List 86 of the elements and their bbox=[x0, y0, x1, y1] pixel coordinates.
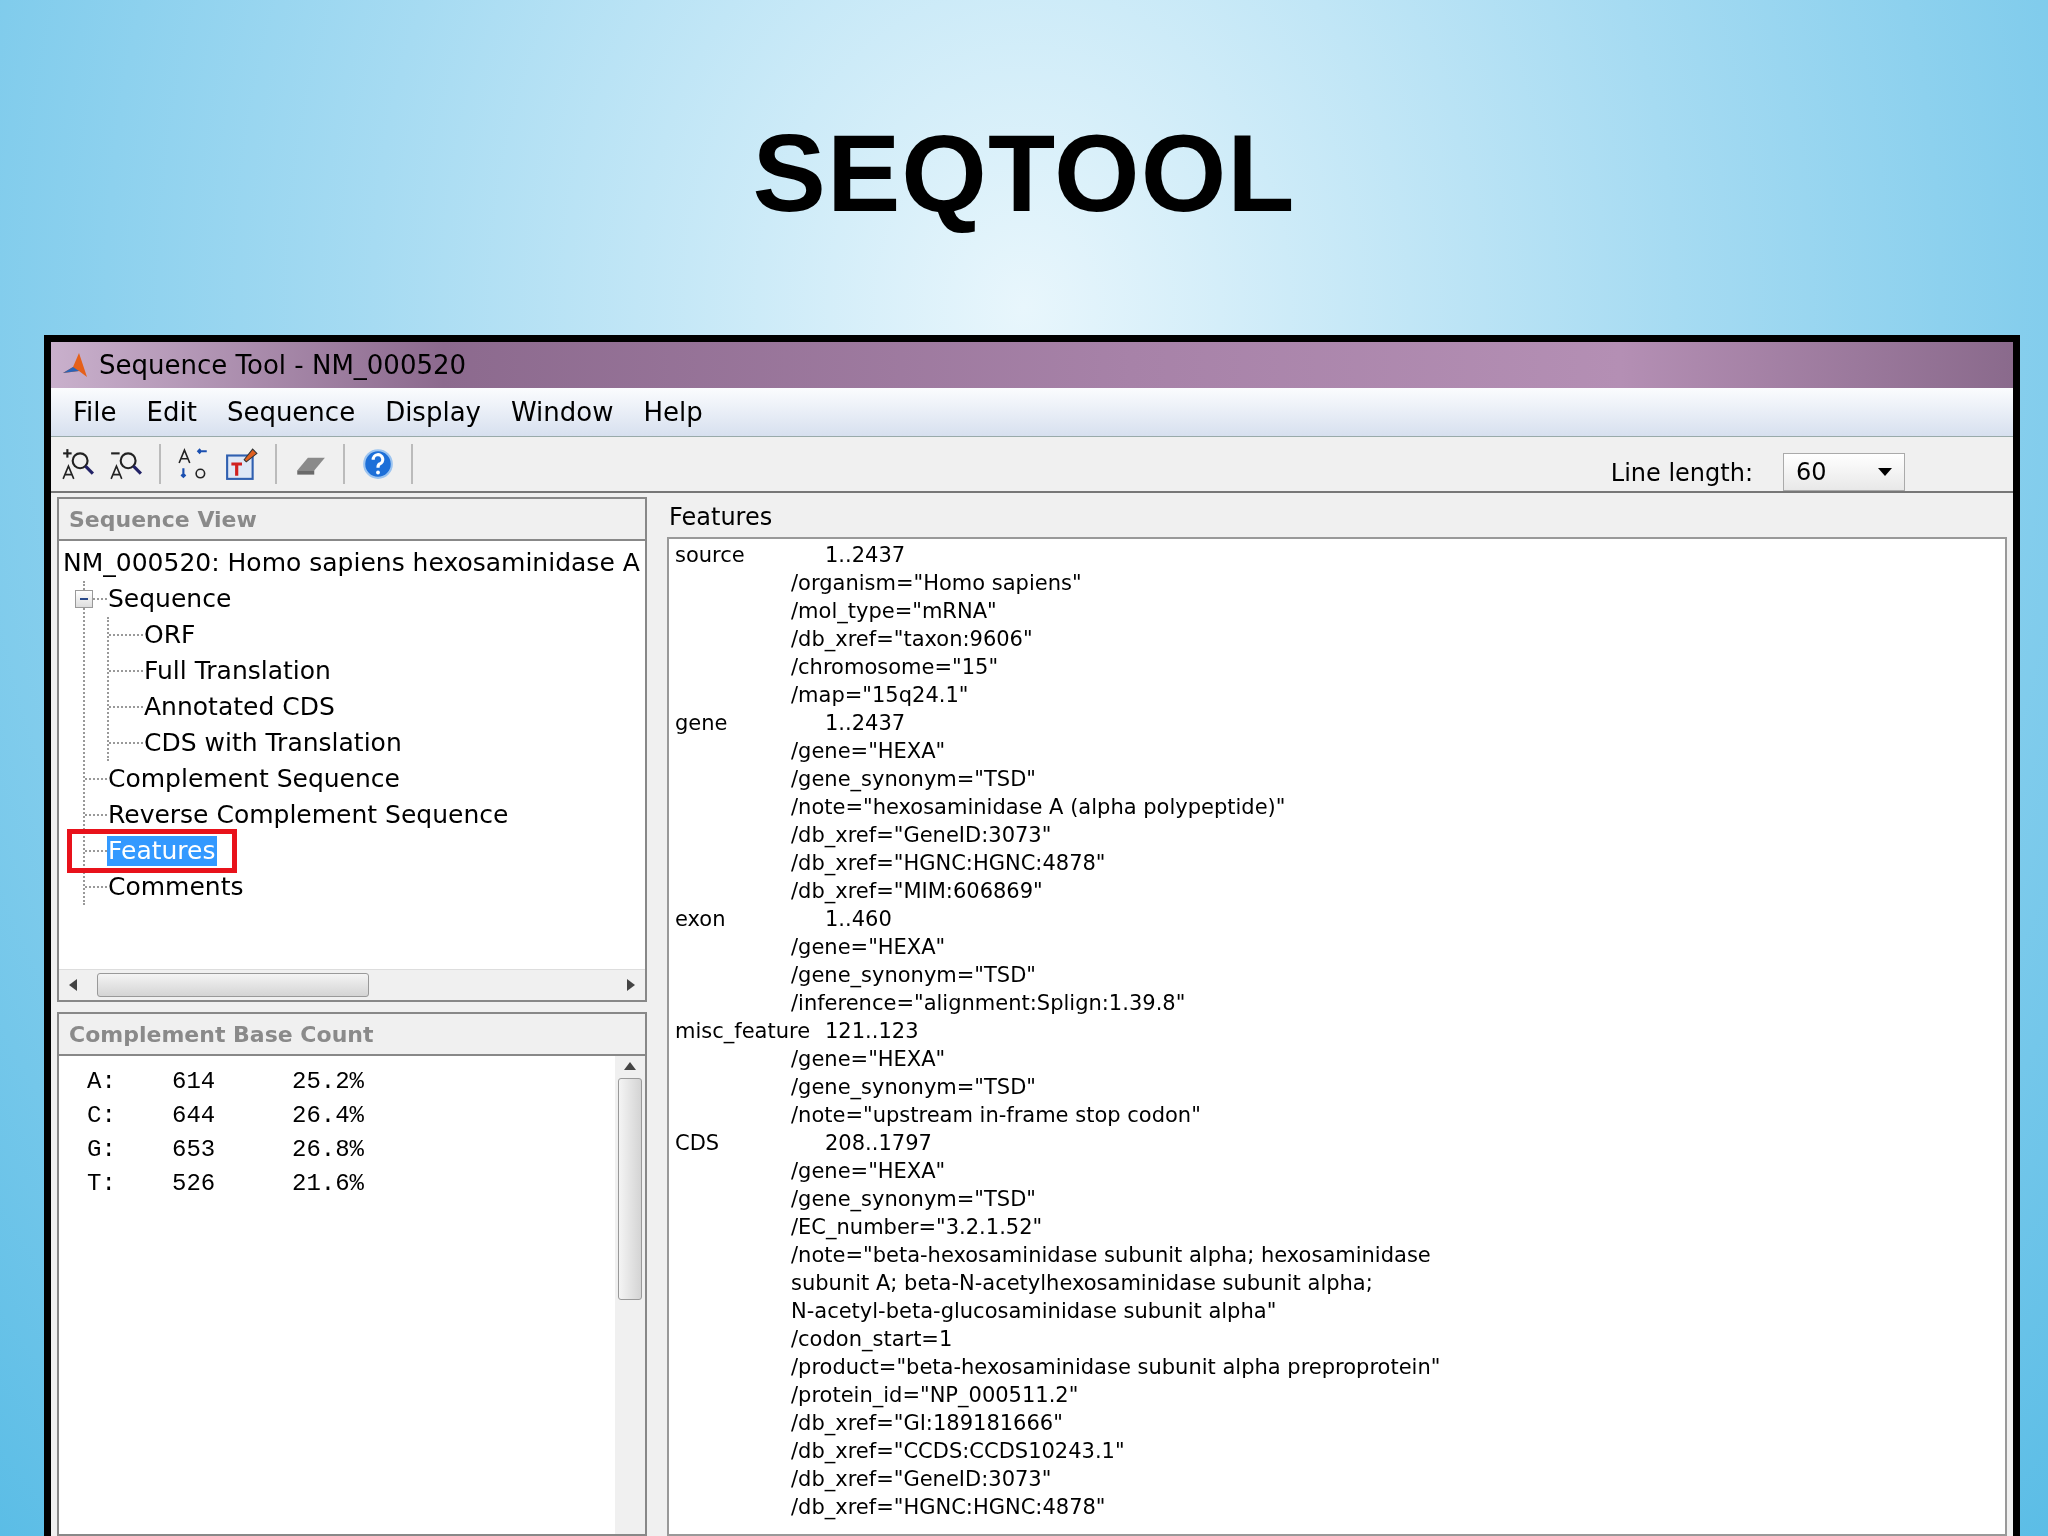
feature-qualifier: /note="beta-hexosaminidase subunit alpha; hexosaminidase bbox=[791, 1242, 1431, 1269]
caret-icon bbox=[1878, 468, 1892, 476]
base-count: 526 bbox=[172, 1170, 217, 1199]
feature-location: 208..1797 bbox=[825, 1130, 932, 1157]
vertical-scrollbar[interactable] bbox=[615, 1056, 645, 1534]
base-count: 614 bbox=[172, 1068, 217, 1097]
left-arrow-icon bbox=[69, 979, 77, 991]
menu-item[interactable]: Window bbox=[496, 397, 630, 427]
menu-item[interactable]: Display bbox=[371, 397, 497, 427]
help-icon bbox=[361, 447, 395, 481]
tree-item[interactable]: Reverse Complement Sequence bbox=[107, 800, 510, 830]
feature-qualifier: /gene="HEXA" bbox=[791, 1158, 946, 1185]
base-label: A: bbox=[87, 1068, 117, 1097]
panel-title: Features bbox=[668, 502, 774, 533]
scroll-thumb[interactable] bbox=[97, 973, 369, 997]
feature-key: CDS bbox=[675, 1129, 825, 1157]
feature-qualifier: /chromosome="15" bbox=[791, 654, 999, 681]
tree-root[interactable]: NM_000520: Homo sapiens hexosaminidase A bbox=[63, 545, 641, 581]
feature-qualifier: /db_xref="MIM:606869" bbox=[791, 878, 1043, 905]
base-percent: 26.8% bbox=[292, 1136, 365, 1165]
feature-qualifier: /gene_synonym="TSD" bbox=[791, 1186, 1037, 1213]
feature-key: source bbox=[675, 541, 825, 569]
tree-item[interactable]: CDS with Translation bbox=[143, 728, 403, 758]
up-arrow-icon bbox=[624, 1062, 636, 1070]
feature-qualifier: /gene_synonym="TSD" bbox=[791, 766, 1037, 793]
base-percent: 26.4% bbox=[292, 1102, 365, 1131]
feature-qualifier: /db_xref="HGNC:HGNC:4878" bbox=[791, 1494, 1106, 1521]
feature-qualifier: /note="upstream in-frame stop codon" bbox=[791, 1102, 1201, 1129]
feature-qualifier: /product="beta-hexosaminidase subunit alpha preproprotein" bbox=[791, 1354, 1441, 1381]
feature-qualifier: /organism="Homo sapiens" bbox=[791, 570, 1082, 597]
feature-qualifier: subunit A; beta-N-acetylhexosaminidase subunit alpha; bbox=[791, 1270, 1373, 1297]
feature-location: 121..123 bbox=[825, 1018, 919, 1045]
app-logo-icon bbox=[61, 351, 89, 379]
base-label: G: bbox=[87, 1136, 117, 1165]
tree-item[interactable]: Annotated CDS bbox=[143, 692, 336, 722]
line-length-dropdown[interactable]: 60 bbox=[1783, 453, 1905, 491]
tree-item[interactable]: Comments bbox=[107, 872, 245, 902]
slide-title: SEQTOOL bbox=[752, 110, 1296, 236]
feature-qualifier: /EC_number="3.2.1.52" bbox=[791, 1214, 1043, 1241]
tree-item[interactable]: Complement Sequence bbox=[107, 764, 401, 794]
feature-qualifier: /gene_synonym="TSD" bbox=[791, 1074, 1037, 1101]
right-arrow-icon bbox=[627, 979, 635, 991]
line-length-label: Line length: bbox=[1610, 459, 1753, 487]
feature-qualifier: /gene="HEXA" bbox=[791, 738, 946, 765]
zoom-in-icon bbox=[61, 447, 95, 481]
menu-item[interactable]: Help bbox=[629, 397, 719, 427]
tree-item[interactable]: Sequence bbox=[107, 584, 233, 614]
feature-key: misc_feature bbox=[675, 1017, 825, 1045]
feature-qualifier: /db_xref="CCDS:CCDS10243.1" bbox=[791, 1438, 1125, 1465]
feature-qualifier: /mol_type="mRNA" bbox=[791, 598, 997, 625]
edit-picture-icon bbox=[225, 447, 259, 481]
menu-item[interactable]: Edit bbox=[132, 397, 213, 427]
feature-qualifier: /gene_synonym="TSD" bbox=[791, 962, 1037, 989]
feature-qualifier: /db_xref="GI:189181666" bbox=[791, 1410, 1063, 1437]
feature-qualifier: /db_xref="taxon:9606" bbox=[791, 626, 1033, 653]
edit-picture-button[interactable] bbox=[223, 445, 261, 483]
feature-key: gene bbox=[675, 709, 825, 737]
base-count: 653 bbox=[172, 1136, 217, 1165]
tree-item[interactable]: Full Translation bbox=[143, 656, 332, 686]
horizontal-scrollbar[interactable] bbox=[59, 969, 645, 1000]
feature-qualifier: /db_xref="HGNC:HGNC:4878" bbox=[791, 850, 1106, 877]
feature-qualifier: /inference="alignment:Splign:1.39.8" bbox=[791, 990, 1186, 1017]
base-label: C: bbox=[87, 1102, 117, 1131]
feature-qualifier: /gene="HEXA" bbox=[791, 934, 946, 961]
scroll-thumb[interactable] bbox=[618, 1078, 642, 1300]
feature-qualifier: /db_xref="GeneID:3073" bbox=[791, 1466, 1052, 1493]
feature-qualifier: /note="hexosaminidase A (alpha polypeptide)" bbox=[791, 794, 1286, 821]
feature-qualifier: /gene="HEXA" bbox=[791, 1046, 946, 1073]
collapse-icon[interactable] bbox=[75, 590, 93, 608]
feature-qualifier: /codon_start=1 bbox=[791, 1326, 953, 1353]
base-count: 644 bbox=[172, 1102, 217, 1131]
feature-location: 1..2437 bbox=[825, 710, 906, 737]
feature-location: 1..460 bbox=[825, 906, 892, 933]
base-label: T: bbox=[87, 1170, 117, 1199]
feature-location: 1..2437 bbox=[825, 542, 906, 569]
base-percent: 25.2% bbox=[292, 1068, 365, 1097]
feature-qualifier: N-acetyl-beta-glucosaminidase subunit alpha" bbox=[791, 1298, 1277, 1325]
window-title: Sequence Tool - NM_000520 bbox=[99, 350, 467, 380]
base-percent: 21.6% bbox=[292, 1170, 365, 1199]
tree-item[interactable]: ORF bbox=[143, 620, 197, 650]
feature-qualifier: /db_xref="GeneID:3073" bbox=[791, 822, 1052, 849]
feature-key: exon bbox=[675, 905, 825, 933]
menu-item[interactable]: File bbox=[59, 397, 133, 427]
feature-qualifier: /protein_id="NP_000511.2" bbox=[791, 1382, 1079, 1409]
feature-qualifier: /map="15q24.1" bbox=[791, 682, 969, 709]
menu-item[interactable]: Sequence bbox=[212, 397, 372, 427]
